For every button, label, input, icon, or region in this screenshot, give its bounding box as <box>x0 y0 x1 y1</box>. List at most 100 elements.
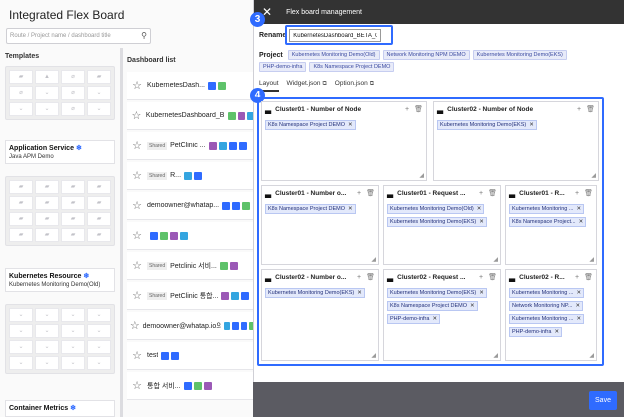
remove-tag-icon[interactable]: ✕ <box>579 219 584 225</box>
star-icon[interactable]: ☆ <box>127 169 147 182</box>
tab-widget-json[interactable]: Widget.json ⧉ <box>287 80 327 92</box>
remove-tag-icon[interactable]: ✕ <box>348 122 353 128</box>
remove-tag-icon[interactable]: ✕ <box>432 316 437 322</box>
star-icon[interactable]: ☆ <box>127 379 147 392</box>
dashboard-row[interactable]: ☆ demoowner@whatap... <box>127 192 257 220</box>
resize-handle-icon[interactable]: ◢ <box>419 172 424 179</box>
resize-handle-icon[interactable]: ◢ <box>589 352 594 359</box>
project-tag[interactable]: Kubernetes Monitoring Demo(Old) <box>287 50 380 60</box>
project-tag[interactable]: Kubernetes Monitoring ... ✕ <box>509 204 585 214</box>
add-icon[interactable]: + <box>577 106 581 113</box>
project-tag[interactable]: Kubernetes Monitoring Demo(Old) ✕ <box>387 204 485 214</box>
project-tag[interactable]: K8s Namespace Project DEMO ✕ <box>265 120 356 130</box>
trash-icon[interactable]: 🗑 <box>366 189 375 197</box>
add-icon[interactable]: + <box>357 274 361 281</box>
star-icon[interactable]: ☆ <box>127 349 147 362</box>
dashboard-row[interactable]: ☆ Shared R... <box>127 162 257 190</box>
widget-panel[interactable]: ▃ Cluster01 - R... + 🗑 Kubernetes Monitoring… <box>505 185 597 265</box>
resize-handle-icon[interactable]: ◢ <box>371 256 376 263</box>
add-icon[interactable]: + <box>405 106 409 113</box>
widget-panel[interactable]: ▃ Cluster01 - Number of Node + 🗑 K8s Namespa… <box>261 101 427 181</box>
remove-tag-icon[interactable]: ✕ <box>529 122 534 128</box>
star-icon[interactable]: ☆ <box>127 109 146 122</box>
remove-tag-icon[interactable]: ✕ <box>576 206 581 212</box>
dashboard-row[interactable]: ☆ test <box>127 342 257 370</box>
project-tag[interactable]: PHP-demo-infra <box>259 62 307 72</box>
resize-handle-icon[interactable]: ◢ <box>493 256 498 263</box>
resize-handle-icon[interactable]: ◢ <box>591 172 596 179</box>
dashboard-row[interactable]: ☆ 통합 서비... <box>127 372 257 400</box>
widget-panel[interactable]: ▃ Cluster02 - Request ... + 🗑 Kubernetes Mon… <box>383 269 501 361</box>
template-preview[interactable]: ▰ ▲ ⌀ ▰ ⌀ ⌄ ⌀ ⌄ ⌄ ⌄ ⌀ ⌄ <box>5 66 115 120</box>
star-icon[interactable]: ☆ <box>127 139 147 152</box>
star-icon[interactable]: ☆ <box>127 319 143 332</box>
dashboard-row[interactable]: ☆ Shared PetClinic 통합... <box>127 282 257 310</box>
panel-splitter[interactable] <box>120 48 123 417</box>
add-icon[interactable]: + <box>575 190 579 197</box>
remove-tag-icon[interactable]: ✕ <box>575 303 580 309</box>
widget-panel[interactable]: ▃ Cluster02 - R... + 🗑 Kubernetes Monitoring… <box>505 269 597 361</box>
tab-option-json[interactable]: Option.json ⧉ <box>335 80 374 92</box>
resize-handle-icon[interactable]: ◢ <box>589 256 594 263</box>
template-card[interactable]: Kubernetes Resource ❄ Kubernetes Monitori… <box>5 268 115 292</box>
project-tag[interactable]: PHP-demo-infra ✕ <box>387 314 441 324</box>
trash-icon[interactable]: 🗑 <box>488 189 497 197</box>
project-tag[interactable]: Kubernetes Monitoring Demo(EKS) <box>472 50 567 60</box>
copy-icon[interactable]: ⧉ <box>323 81 327 87</box>
star-icon[interactable]: ☆ <box>127 229 147 242</box>
project-tag[interactable]: Kubernetes Monitoring ... ✕ <box>509 288 585 298</box>
widget-panel[interactable]: ▃ Cluster02 - Number of Node + 🗑 Kubernetes … <box>433 101 599 181</box>
remove-tag-icon[interactable]: ✕ <box>357 290 362 296</box>
add-icon[interactable]: + <box>575 274 579 281</box>
dashboard-row[interactable]: ☆ KubernetesDash... <box>127 72 257 100</box>
trash-icon[interactable]: 🗑 <box>366 273 375 281</box>
project-tag[interactable]: Kubernetes Monitoring Demo(EKS) ✕ <box>387 217 487 227</box>
project-tag[interactable]: K8s Namespace Project DEMO ✕ <box>265 204 356 214</box>
template-preview[interactable]: ⌄ ⌄ ⌄ ⌄ ⌄ ⌄ ⌄ ⌄ ⌄ ⌄ ⌄ ⌄ ⌄ ⌄ ⌄ ⌄ <box>5 304 115 374</box>
template-card[interactable]: Container Metrics ❄ <box>5 400 115 417</box>
resize-handle-icon[interactable]: ◢ <box>493 352 498 359</box>
star-icon[interactable]: ☆ <box>127 259 147 272</box>
remove-tag-icon[interactable]: ✕ <box>576 316 581 322</box>
project-tag[interactable]: K8s Namespace Project DEMO <box>309 62 395 72</box>
remove-tag-icon[interactable]: ✕ <box>576 290 581 296</box>
widget-panel[interactable]: ▃ Cluster01 - Request ... + 🗑 Kubernetes Mon… <box>383 185 501 265</box>
project-tag[interactable]: PHP-demo-infra ✕ <box>509 327 563 337</box>
dashboard-row[interactable]: ☆ Shared Petclinic 서비... <box>127 252 257 280</box>
project-tag[interactable]: Kubernetes Monitoring ... ✕ <box>509 314 585 324</box>
trash-icon[interactable]: 🗑 <box>488 273 497 281</box>
dashboard-row[interactable]: ☆ KubernetesDashboard_B... <box>127 102 257 130</box>
project-tag[interactable]: Network Monitoring NP... ✕ <box>509 301 584 311</box>
search-input[interactable]: Route / Project name / dashboard title ⚲ <box>6 28 151 44</box>
widget-panel[interactable]: ▃ Cluster02 - Number o... + 🗑 Kubernetes Mon… <box>261 269 379 361</box>
trash-icon[interactable]: 🗑 <box>584 189 593 197</box>
save-button[interactable]: Save <box>589 391 617 410</box>
star-icon[interactable]: ☆ <box>127 199 147 212</box>
star-icon[interactable]: ☆ <box>127 79 147 92</box>
trash-icon[interactable]: 🗑 <box>584 273 593 281</box>
project-tag[interactable]: Kubernetes Monitoring Demo(EKS) ✕ <box>265 288 365 298</box>
remove-tag-icon[interactable]: ✕ <box>479 290 484 296</box>
dashboard-row[interactable]: ☆ Shared PetClinic ... <box>127 132 257 160</box>
remove-tag-icon[interactable]: ✕ <box>554 329 559 335</box>
widget-panel[interactable]: ▃ Cluster01 - Number o... + 🗑 K8s Namespace … <box>261 185 379 265</box>
star-icon[interactable]: ☆ <box>127 289 147 302</box>
add-icon[interactable]: + <box>479 274 483 281</box>
project-tag[interactable]: Kubernetes Monitoring Demo(EKS) ✕ <box>437 120 537 130</box>
resize-handle-icon[interactable]: ◢ <box>371 352 376 359</box>
project-tag[interactable]: Network Monitoring NPM DEMO <box>382 50 470 60</box>
remove-tag-icon[interactable]: ✕ <box>348 206 353 212</box>
trash-icon[interactable]: 🗑 <box>414 105 423 113</box>
dashboard-row[interactable]: ☆ <box>127 222 257 250</box>
copy-icon[interactable]: ⧉ <box>370 81 374 87</box>
remove-tag-icon[interactable]: ✕ <box>470 303 475 309</box>
template-preview[interactable]: ▰ ▰ ▰ ▰ ▰ ▰ ▰ ▰ ▰ ▰ ▰ ▰ ▰ ▰ ▰ ▰ <box>5 176 115 246</box>
project-tag[interactable]: K8s Namespace Project... ✕ <box>509 217 587 227</box>
trash-icon[interactable]: 🗑 <box>586 105 595 113</box>
project-tag[interactable]: K8s Namespace Project DEMO ✕ <box>387 301 478 311</box>
dashboard-row[interactable]: ☆demoowner@whatap.io의 대시... <box>127 312 257 340</box>
remove-tag-icon[interactable]: ✕ <box>477 206 482 212</box>
remove-tag-icon[interactable]: ✕ <box>479 219 484 225</box>
search-icon[interactable]: ⚲ <box>141 31 147 40</box>
add-icon[interactable]: + <box>357 190 361 197</box>
